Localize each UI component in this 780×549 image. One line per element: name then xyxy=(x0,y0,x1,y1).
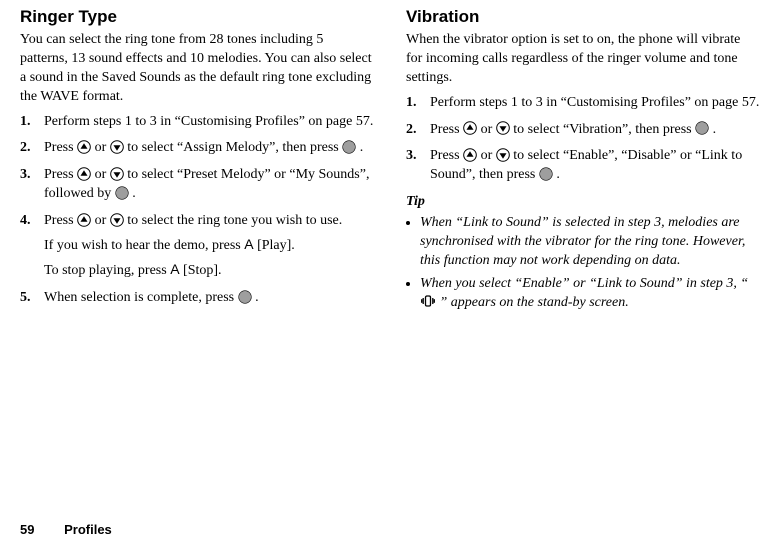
step-text: to select “Assign Melody”, then press xyxy=(127,140,342,155)
nav-up-icon xyxy=(77,213,91,227)
step-text: Perform steps 1 to 3 in “Customising Pro… xyxy=(44,114,373,129)
step-text: When selection is complete, press xyxy=(44,290,238,305)
nav-down-icon xyxy=(496,148,510,162)
ringer-type-heading: Ringer Type xyxy=(20,6,374,29)
step-text: If you wish to hear the demo, press xyxy=(44,238,244,253)
softkey-symbol: A xyxy=(170,261,179,277)
step-text: Press xyxy=(44,167,77,182)
tip-heading: Tip xyxy=(406,193,760,212)
tip-text: When you select “Enable” or “Link to Sou… xyxy=(420,276,748,291)
step-text: or xyxy=(95,213,110,228)
softkey-symbol: A xyxy=(244,236,253,252)
tip-item-2: When you select “Enable” or “Link to Sou… xyxy=(420,275,760,313)
step-text: or xyxy=(481,148,496,163)
vibration-step-2: Press or to select “Vibration”, then pre… xyxy=(406,121,760,140)
step-text: or xyxy=(481,122,496,137)
step-text: to select “Vibration”, then press xyxy=(513,122,695,137)
ringer-step-4: Press or to select the ring tone you wis… xyxy=(20,212,374,281)
step-text: Press xyxy=(44,140,77,155)
ringer-type-intro: You can select the ring tone from 28 ton… xyxy=(20,31,374,107)
step-text: . xyxy=(255,290,259,305)
vibrate-icon xyxy=(421,294,435,308)
step-text: Press xyxy=(44,213,77,228)
step-text: to select “Preset Melody” or “My Sounds”… xyxy=(44,167,369,201)
step-text: . xyxy=(556,167,560,182)
step-text: . xyxy=(713,122,717,137)
nav-up-icon xyxy=(77,140,91,154)
ringer-step-4-sub1: If you wish to hear the demo, press A [P… xyxy=(44,235,374,256)
step-text: or xyxy=(95,140,110,155)
page-footer: 59 Profiles xyxy=(20,522,112,537)
nav-up-icon xyxy=(463,148,477,162)
nav-down-icon xyxy=(496,121,510,135)
ringer-step-1: Perform steps 1 to 3 in “Customising Pro… xyxy=(20,113,374,132)
nav-up-icon xyxy=(77,167,91,181)
right-column: Vibration When the vibrator option is se… xyxy=(390,6,760,549)
step-text: . xyxy=(132,186,136,201)
ringer-step-4-sub2: To stop playing, press A [Stop]. xyxy=(44,260,374,281)
vibration-intro: When the vibrator option is set to on, t… xyxy=(406,31,760,88)
center-key-icon xyxy=(539,167,553,181)
vibration-heading: Vibration xyxy=(406,6,760,29)
step-text: [Play]. xyxy=(254,238,295,253)
step-text: Press xyxy=(430,148,463,163)
tip-item-1: When “Link to Sound” is selected in step… xyxy=(420,214,760,271)
tip-text: ” appears on the stand-by screen. xyxy=(440,295,629,310)
step-text: or xyxy=(95,167,110,182)
section-title: Profiles xyxy=(64,522,112,537)
nav-down-icon xyxy=(110,140,124,154)
left-column: Ringer Type You can select the ring tone… xyxy=(20,6,390,549)
nav-down-icon xyxy=(110,213,124,227)
nav-down-icon xyxy=(110,167,124,181)
page: Ringer Type You can select the ring tone… xyxy=(0,0,780,549)
ringer-step-2: Press or to select “Assign Melody”, then… xyxy=(20,139,374,158)
vibration-step-1: Perform steps 1 to 3 in “Customising Pro… xyxy=(406,94,760,113)
ringer-steps: Perform steps 1 to 3 in “Customising Pro… xyxy=(20,113,374,308)
step-text: to select the ring tone you wish to use. xyxy=(127,213,342,228)
step-text: Press xyxy=(430,122,463,137)
step-text: Perform steps 1 to 3 in “Customising Pro… xyxy=(430,95,759,110)
step-text: [Stop]. xyxy=(180,263,222,278)
ringer-step-5: When selection is complete, press . xyxy=(20,289,374,308)
center-key-icon xyxy=(238,290,252,304)
nav-up-icon xyxy=(463,121,477,135)
tip-list: When “Link to Sound” is selected in step… xyxy=(406,214,760,312)
step-text: . xyxy=(360,140,364,155)
ringer-step-3: Press or to select “Preset Melody” or “M… xyxy=(20,166,374,204)
center-key-icon xyxy=(342,140,356,154)
center-key-icon xyxy=(695,121,709,135)
vibration-step-3: Press or to select “Enable”, “Disable” o… xyxy=(406,147,760,185)
vibration-steps: Perform steps 1 to 3 in “Customising Pro… xyxy=(406,94,760,186)
step-text: To stop playing, press xyxy=(44,263,170,278)
center-key-icon xyxy=(115,186,129,200)
page-number: 59 xyxy=(20,522,34,537)
